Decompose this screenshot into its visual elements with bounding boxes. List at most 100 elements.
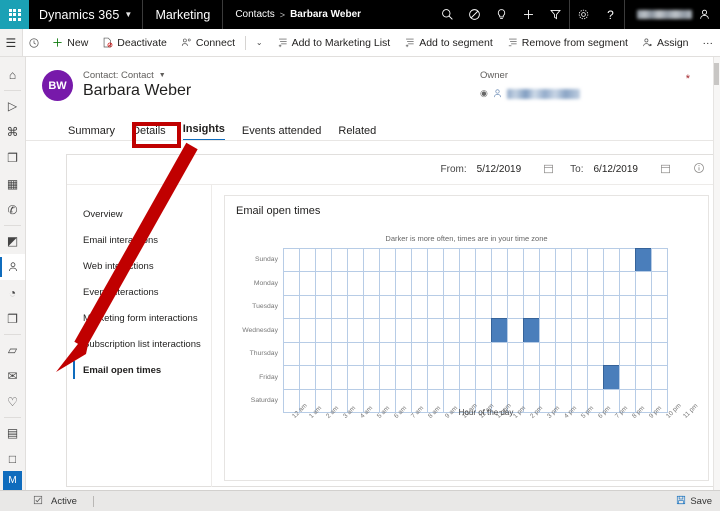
heatmap-cell[interactable] — [378, 365, 396, 390]
command-overflow-button[interactable]: ··· — [696, 29, 720, 56]
from-date-input[interactable]: 5/12/2019 — [477, 164, 522, 175]
heatmap-cell[interactable] — [426, 294, 444, 319]
rail-item-phone[interactable]: ✆ — [0, 197, 25, 223]
heatmap-cell[interactable] — [442, 271, 460, 296]
heatmap-cell[interactable] — [538, 247, 556, 272]
heatmap-cell[interactable] — [538, 271, 556, 296]
heatmap-cell[interactable] — [634, 318, 652, 343]
heatmap-cell[interactable] — [602, 247, 620, 272]
heatmap-cell[interactable] — [442, 341, 460, 366]
app-name[interactable]: Marketing — [143, 0, 224, 29]
heatmap-cell[interactable] — [490, 294, 508, 319]
heatmap-cell[interactable] — [506, 341, 524, 366]
heatmap-cell[interactable] — [586, 365, 604, 390]
heatmap-cell[interactable] — [570, 341, 588, 366]
heatmap-cell[interactable] — [474, 365, 492, 390]
heatmap-cell[interactable] — [298, 341, 316, 366]
add-icon[interactable] — [515, 0, 542, 29]
heatmap-cell[interactable] — [330, 318, 348, 343]
heatmap-cell[interactable] — [378, 294, 396, 319]
heatmap-cell[interactable] — [394, 365, 412, 390]
assistant-icon[interactable] — [461, 0, 488, 29]
insights-nav-web-interactions[interactable]: Web interactions — [67, 253, 211, 279]
heatmap-cell[interactable] — [282, 365, 300, 390]
vertical-scrollbar[interactable] — [713, 57, 720, 490]
save-button[interactable]: Save — [676, 495, 720, 508]
heatmap-cell[interactable] — [458, 294, 476, 319]
heatmap-cell[interactable] — [458, 247, 476, 272]
heatmap-cell[interactable] — [490, 247, 508, 272]
heatmap-cell[interactable] — [442, 365, 460, 390]
heatmap-cell[interactable] — [314, 271, 332, 296]
heatmap-cell[interactable] — [298, 318, 316, 343]
heatmap-cell[interactable] — [330, 271, 348, 296]
heatmap-cell[interactable] — [570, 294, 588, 319]
heatmap-cell[interactable] — [554, 365, 572, 390]
heatmap-cell[interactable] — [538, 365, 556, 390]
owner-value-row[interactable]: ◉ — [480, 88, 630, 99]
heatmap-cell[interactable] — [618, 341, 636, 366]
heatmap-cell[interactable] — [490, 341, 508, 366]
heatmap-cell[interactable] — [378, 247, 396, 272]
heatmap-cell[interactable] — [298, 247, 316, 272]
heatmap-cell[interactable] — [458, 365, 476, 390]
rail-item-recent[interactable]: ▷ — [0, 93, 25, 119]
rail-item-calendar[interactable]: ▦ — [0, 171, 25, 197]
heatmap-cell[interactable] — [474, 294, 492, 319]
rail-item-contacts[interactable] — [0, 254, 25, 280]
tab-events-attended[interactable]: Events attended — [242, 125, 322, 141]
heatmap-cell[interactable] — [554, 271, 572, 296]
heatmap-cell[interactable] — [314, 341, 332, 366]
heatmap-cell[interactable] — [618, 271, 636, 296]
heatmap-cell[interactable] — [602, 294, 620, 319]
heatmap-cell[interactable] — [410, 247, 428, 272]
rail-item-messages[interactable]: ▱ — [0, 337, 25, 363]
heatmap-cell[interactable] — [378, 341, 396, 366]
heatmap-cell[interactable] — [378, 318, 396, 343]
heatmap-cell[interactable] — [522, 318, 540, 343]
heatmap-cell[interactable] — [362, 341, 380, 366]
add-to-segment-button[interactable]: Add to segment — [397, 29, 500, 56]
calendar-icon-2[interactable] — [660, 163, 671, 177]
brand-menu[interactable]: Dynamics 365 ▼ — [29, 0, 144, 29]
search-icon[interactable] — [434, 0, 461, 29]
calendar-icon[interactable] — [543, 163, 554, 177]
insights-nav-email-interactions[interactable]: Email interactions — [67, 227, 211, 253]
heatmap-cell[interactable] — [346, 294, 364, 319]
heatmap-cell[interactable] — [330, 294, 348, 319]
heatmap-cell[interactable] — [282, 341, 300, 366]
info-icon[interactable] — [693, 162, 705, 177]
heatmap-cell[interactable] — [362, 318, 380, 343]
heatmap-cell[interactable] — [506, 294, 524, 319]
heatmap-cell[interactable] — [538, 318, 556, 343]
insights-nav-overview[interactable]: Overview — [67, 201, 211, 227]
heatmap-cell[interactable] — [394, 341, 412, 366]
heatmap-cell[interactable] — [314, 247, 332, 272]
heatmap-cell[interactable] — [490, 365, 508, 390]
heatmap-cell[interactable] — [634, 365, 652, 390]
app-launcher-icon[interactable] — [0, 0, 29, 29]
assign-button[interactable]: Assign — [635, 29, 696, 56]
rail-item-home[interactable]: ⌂ — [0, 62, 25, 88]
heatmap-cell[interactable] — [634, 247, 652, 272]
heatmap-cell[interactable] — [298, 294, 316, 319]
heatmap-cell[interactable] — [362, 247, 380, 272]
rail-item-portal[interactable]: □ — [0, 446, 25, 472]
heatmap-cell[interactable] — [442, 247, 460, 272]
heatmap-cell[interactable] — [314, 365, 332, 390]
heatmap-cell[interactable] — [426, 365, 444, 390]
heatmap-cell[interactable] — [650, 365, 668, 390]
heatmap-cell[interactable] — [506, 271, 524, 296]
heatmap-cell[interactable] — [346, 247, 364, 272]
heatmap-cell[interactable] — [426, 271, 444, 296]
heatmap-cell[interactable] — [410, 294, 428, 319]
heatmap-cell[interactable] — [426, 341, 444, 366]
connect-dropdown-chevron-icon[interactable]: ⌄ — [249, 29, 270, 56]
breadcrumb-parent[interactable]: Contacts — [235, 9, 274, 20]
rail-item-files[interactable]: ❐ — [0, 145, 25, 171]
heatmap-cell[interactable] — [362, 365, 380, 390]
heatmap-cell[interactable] — [330, 365, 348, 390]
contact-type[interactable]: Contact: Contact ▼ — [83, 70, 166, 81]
rail-item-pages[interactable]: ❐ — [0, 306, 25, 332]
heatmap-cell[interactable] — [442, 294, 460, 319]
